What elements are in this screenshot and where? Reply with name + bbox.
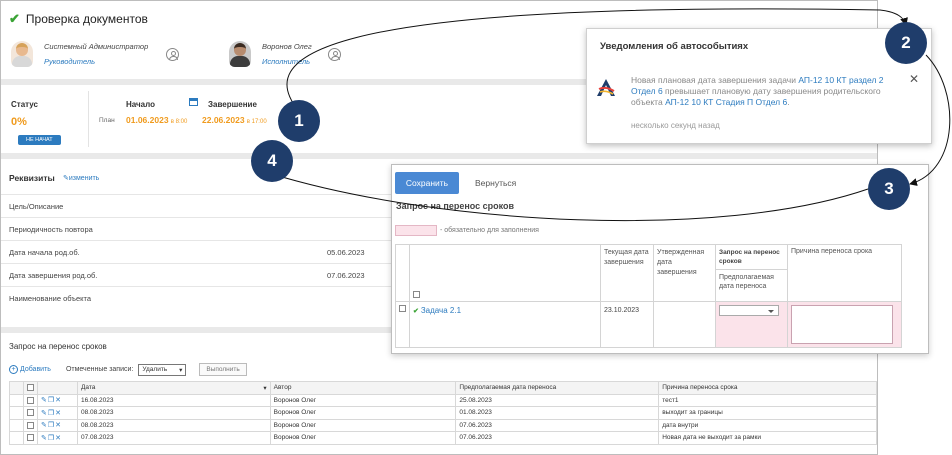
callout-marker-4: 4 bbox=[251, 140, 293, 182]
arrow-3-to-4 bbox=[271, 172, 869, 222]
callout-marker-1: 1 bbox=[278, 100, 320, 142]
arrow-1-to-2 bbox=[286, 8, 908, 111]
callout-marker-3: 3 bbox=[868, 168, 910, 210]
arrow-2-to-3 bbox=[909, 54, 951, 186]
callout-marker-2: 2 bbox=[885, 22, 927, 64]
callout-arrows bbox=[271, 8, 951, 222]
